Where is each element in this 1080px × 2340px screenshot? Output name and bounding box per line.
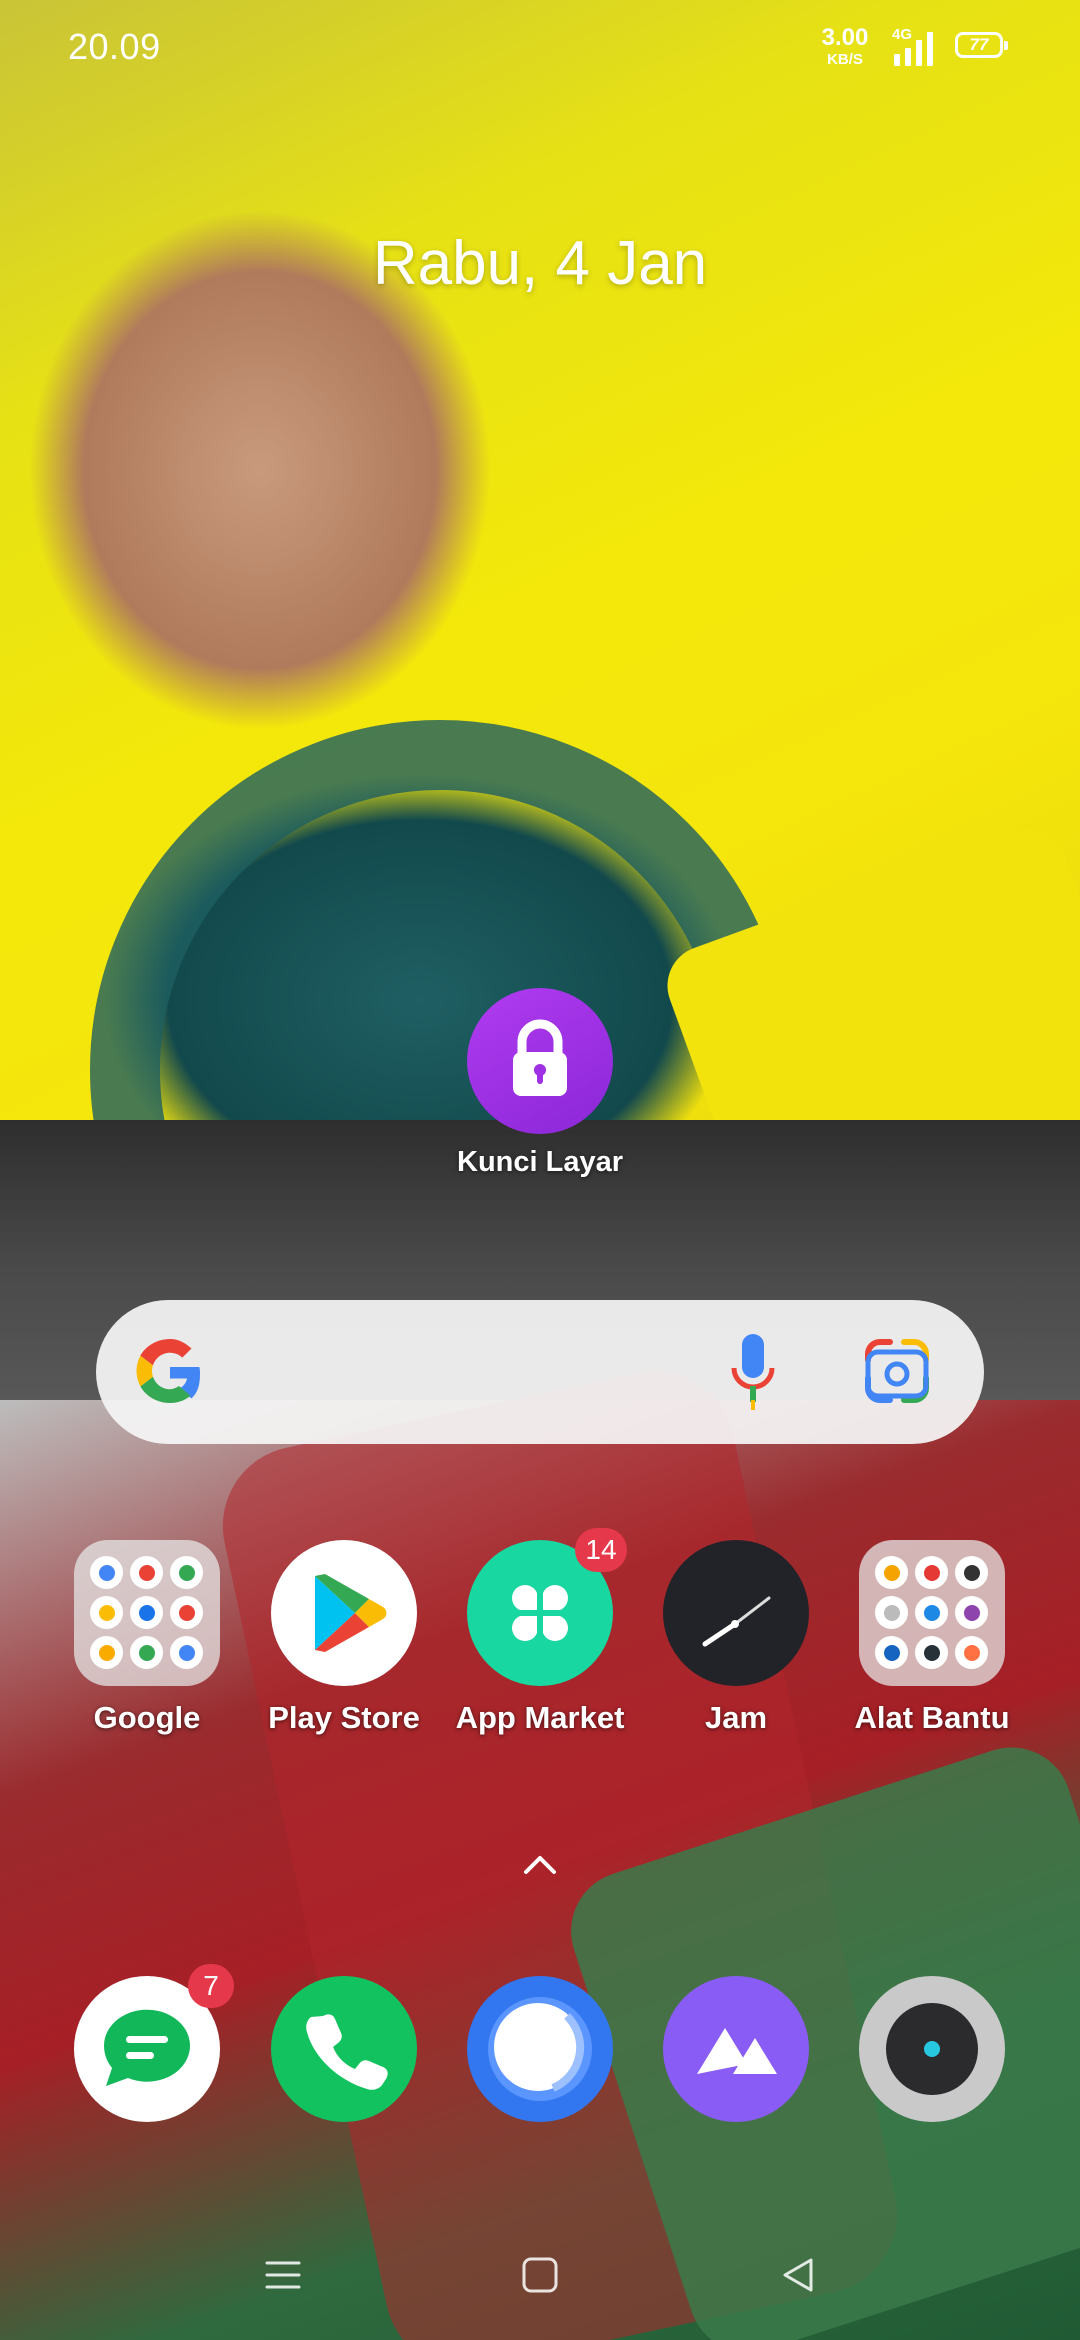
app-market-icon: 14 xyxy=(467,1528,627,1686)
app-label: Jam xyxy=(704,1700,768,1735)
dock-camera[interactable] xyxy=(837,1976,1027,2122)
menu-icon[interactable] xyxy=(260,2252,306,2298)
chevron-up-icon[interactable] xyxy=(520,1852,560,1876)
lock-icon xyxy=(467,988,613,1134)
tools-folder-icon xyxy=(859,1540,1005,1686)
battery-icon: 77 xyxy=(955,32,1008,58)
app-label: Google xyxy=(93,1700,201,1735)
play-store-icon xyxy=(271,1540,417,1686)
app-clock[interactable]: Jam xyxy=(641,1540,831,1736)
home-icon[interactable] xyxy=(517,2252,563,2298)
camera-icon xyxy=(859,1976,1005,2122)
date-widget[interactable]: Rabu, 4 Jan xyxy=(0,228,1080,299)
phone-icon xyxy=(271,1976,417,2122)
navigation-bar xyxy=(0,2240,1080,2310)
dock-gallery[interactable] xyxy=(641,1976,831,2122)
dock-phone[interactable] xyxy=(249,1976,439,2122)
network-speed: 3.00 KB/S xyxy=(812,24,878,68)
google-lens-icon[interactable] xyxy=(864,1338,930,1404)
lock-screen-label: Kunci Layar xyxy=(457,1146,623,1178)
notification-badge: 14 xyxy=(575,1528,627,1572)
app-app-market[interactable]: 14 App Market xyxy=(445,1528,635,1736)
back-icon[interactable] xyxy=(775,2252,821,2298)
network-speed-unit: KB/S xyxy=(827,51,863,68)
app-label: Alat Bantu xyxy=(854,1700,1010,1735)
network-speed-value: 3.00 xyxy=(821,24,869,51)
app-label: App Market xyxy=(455,1700,625,1735)
battery-level: 77 xyxy=(969,35,989,54)
app-google-folder[interactable]: Google xyxy=(52,1540,242,1736)
signal-icon: 4G xyxy=(892,26,940,66)
google-folder-icon xyxy=(74,1540,220,1686)
app-tools-folder[interactable]: Alat Bantu xyxy=(837,1540,1027,1736)
browser-icon xyxy=(467,1976,613,2122)
app-play-store[interactable]: Play Store xyxy=(249,1540,439,1736)
google-search-bar[interactable] xyxy=(96,1300,984,1444)
dock-messages[interactable]: 7 xyxy=(52,1964,242,2122)
network-type: 4G xyxy=(892,26,913,43)
clock-icon xyxy=(663,1540,809,1686)
messages-icon: 7 xyxy=(74,1964,234,2122)
status-bar: 20.09 3.00 KB/S 4G 77 xyxy=(0,0,1080,96)
microphone-icon[interactable] xyxy=(728,1330,778,1414)
app-label: Play Store xyxy=(268,1700,420,1735)
google-g-icon xyxy=(136,1339,200,1403)
dock-browser[interactable] xyxy=(445,1976,635,2122)
status-time: 20.09 xyxy=(68,26,161,67)
gallery-icon xyxy=(663,1976,809,2122)
lock-screen-widget[interactable]: Kunci Layar xyxy=(445,988,635,1179)
notification-badge: 7 xyxy=(188,1964,234,2008)
